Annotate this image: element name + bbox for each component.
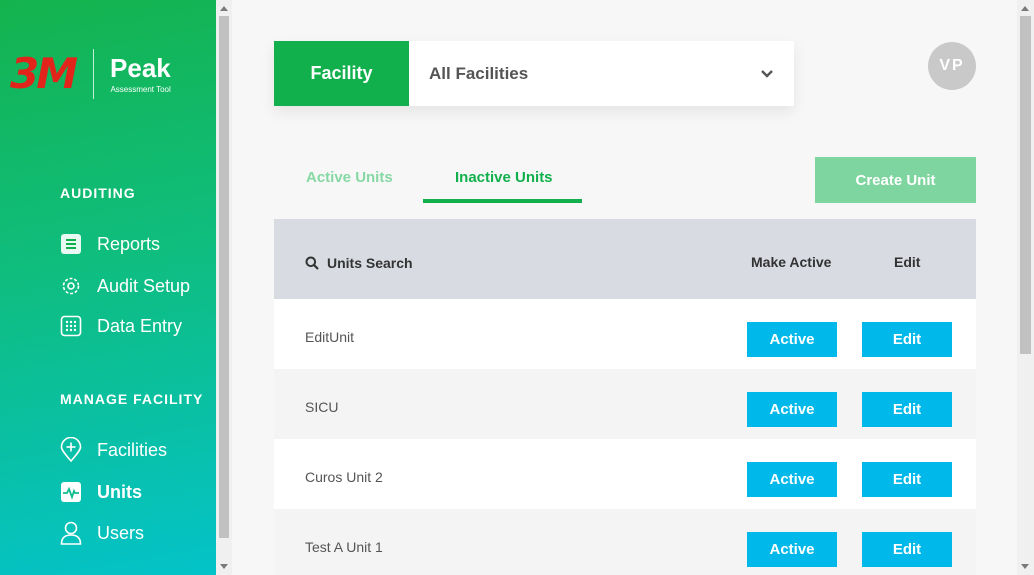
scroll-up-arrow-icon[interactable] bbox=[220, 6, 228, 11]
logo-divider bbox=[93, 49, 95, 99]
sidebar-item-users[interactable]: Users bbox=[60, 521, 145, 545]
create-unit-button[interactable]: Create Unit bbox=[815, 157, 976, 203]
edit-button[interactable]: Edit bbox=[862, 462, 952, 497]
make-active-button[interactable]: Active bbox=[747, 462, 837, 497]
product-name: Peak bbox=[110, 52, 171, 83]
sidebar-item-reports[interactable]: Reports bbox=[60, 233, 160, 255]
column-header-make-active: Make Active bbox=[751, 254, 832, 270]
unit-name: EditUnit bbox=[305, 329, 355, 345]
chevron-down-icon bbox=[761, 69, 773, 78]
keypad-icon bbox=[60, 315, 82, 337]
units-search-label: Units Search bbox=[327, 255, 413, 271]
sidebar-scrollbar-thumb[interactable] bbox=[219, 16, 229, 538]
active-tab-indicator bbox=[423, 199, 582, 203]
facility-label: Facility bbox=[274, 41, 409, 106]
scroll-up-arrow-icon[interactable] bbox=[1021, 6, 1029, 11]
sidebar: 3M Peak Assessment Tool AUDITING Reports… bbox=[0, 0, 216, 575]
brand-mark-3m: 3M bbox=[10, 49, 78, 98]
facility-selected-value: All Facilities bbox=[429, 63, 529, 83]
app-logo: 3M Peak Assessment Tool bbox=[10, 48, 171, 100]
make-active-button[interactable]: Active bbox=[747, 392, 837, 427]
table-row: EditUnit Active Edit bbox=[274, 299, 976, 369]
sidebar-item-label: Reports bbox=[97, 233, 161, 254]
gear-icon bbox=[60, 275, 82, 297]
document-icon bbox=[60, 233, 82, 255]
scroll-down-arrow-icon[interactable] bbox=[1021, 564, 1029, 569]
section-title-manage-facility: MANAGE FACILITY bbox=[60, 391, 204, 407]
sidebar-item-data-entry[interactable]: Data Entry bbox=[60, 315, 182, 337]
tab-active-units[interactable]: Active Units bbox=[306, 169, 393, 186]
section-title-auditing: AUDITING bbox=[60, 185, 136, 201]
facility-dropdown[interactable]: All Facilities bbox=[409, 41, 794, 106]
user-avatar[interactable]: VP bbox=[928, 42, 976, 90]
edit-button[interactable]: Edit bbox=[862, 532, 952, 567]
sidebar-scrollbar[interactable] bbox=[216, 0, 232, 575]
table-header: Units Search Make Active Edit bbox=[274, 219, 976, 299]
pulse-icon bbox=[60, 481, 82, 503]
column-header-edit: Edit bbox=[894, 254, 921, 270]
units-table: Units Search Make Active Edit EditUnit A… bbox=[274, 219, 976, 575]
search-icon bbox=[305, 256, 319, 270]
edit-button[interactable]: Edit bbox=[862, 392, 952, 427]
sidebar-item-label: Audit Setup bbox=[97, 275, 191, 296]
sidebar-item-audit-setup[interactable]: Audit Setup bbox=[60, 275, 190, 297]
edit-button[interactable]: Edit bbox=[862, 322, 952, 357]
product-logo: Peak Assessment Tool bbox=[110, 55, 171, 94]
make-active-button[interactable]: Active bbox=[747, 532, 837, 567]
location-pin-icon bbox=[60, 437, 82, 463]
units-search[interactable]: Units Search bbox=[305, 255, 413, 271]
table-row: SICU Active Edit bbox=[274, 369, 976, 439]
sidebar-item-units[interactable]: Units bbox=[60, 481, 142, 503]
unit-name: Curos Unit 2 bbox=[305, 469, 383, 485]
sidebar-item-label: Units bbox=[97, 481, 142, 502]
table-row: Curos Unit 2 Active Edit bbox=[274, 439, 976, 509]
product-tagline: Assessment Tool bbox=[110, 84, 171, 94]
make-active-button[interactable]: Active bbox=[747, 322, 837, 357]
sidebar-item-facilities[interactable]: Facilities bbox=[60, 437, 168, 463]
facility-selector: Facility All Facilities bbox=[274, 41, 794, 106]
unit-name: Test A Unit 1 bbox=[305, 539, 383, 555]
sidebar-item-label: Users bbox=[97, 522, 145, 543]
sidebar-item-label: Facilities bbox=[97, 439, 168, 460]
unit-name: SICU bbox=[305, 399, 339, 415]
main-scrollbar-thumb[interactable] bbox=[1020, 16, 1031, 354]
user-icon bbox=[60, 521, 82, 545]
sidebar-item-label: Data Entry bbox=[97, 315, 183, 336]
tab-inactive-units[interactable]: Inactive Units bbox=[455, 169, 553, 186]
table-row: Test A Unit 1 Active Edit bbox=[274, 509, 976, 575]
main-scrollbar[interactable] bbox=[1017, 0, 1034, 575]
scroll-down-arrow-icon[interactable] bbox=[220, 564, 228, 569]
